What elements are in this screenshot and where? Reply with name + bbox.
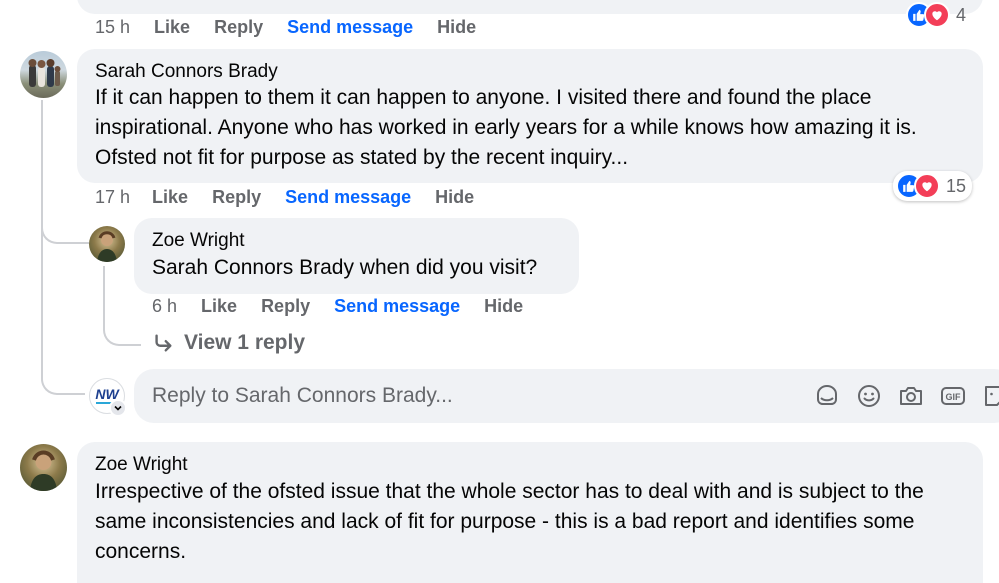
gif-icon[interactable]: GIF [939, 382, 967, 410]
view-replies-label: View 1 reply [184, 331, 306, 354]
reaction-count: 15 [946, 175, 967, 196]
reply-author[interactable]: Zoe Wright [152, 230, 245, 252]
reply-button[interactable]: Reply [214, 17, 263, 38]
like-button[interactable]: Like [152, 187, 188, 208]
send-message-button[interactable]: Send message [285, 187, 411, 208]
hide-button[interactable]: Hide [435, 187, 474, 208]
reply-text-rest: when did you visit? [353, 256, 538, 279]
reply-time[interactable]: 6 h [152, 296, 177, 317]
reaction-count: 4 [956, 4, 967, 25]
chevron-down-icon[interactable] [109, 399, 127, 417]
reaction-summary-top[interactable]: 4 [903, 0, 972, 30]
send-message-button[interactable]: Send message [334, 296, 460, 317]
avatar-zoe-reply[interactable] [89, 226, 125, 262]
thread-line-branch [41, 220, 89, 244]
reply-button[interactable]: Reply [261, 296, 310, 317]
comment-text: Irrespective of the ofsted issue that th… [95, 480, 924, 563]
svg-text:GIF: GIF [946, 392, 962, 402]
like-button[interactable]: Like [154, 17, 190, 38]
thread-line-nested [103, 266, 105, 326]
mention-link[interactable]: Sarah Connors Brady [152, 256, 354, 279]
reply-actions-zoe: 6 h Like Reply Send message Hide [152, 296, 523, 317]
hide-button[interactable]: Hide [484, 296, 523, 317]
comment-text: If it can happen to them it can happen t… [95, 86, 917, 169]
love-reaction-icon [914, 173, 940, 199]
comment-author[interactable]: Zoe Wright [95, 454, 188, 476]
send-message-button[interactable]: Send message [287, 17, 413, 38]
comment-time[interactable]: 17 h [95, 187, 130, 208]
avatar-zoe[interactable] [20, 444, 67, 491]
hide-button[interactable]: Hide [437, 17, 476, 38]
comment-actions-top: 15 h Like Reply Send message Hide [95, 17, 476, 38]
like-button[interactable]: Like [201, 296, 237, 317]
view-replies-button[interactable]: View 1 reply [152, 331, 305, 355]
comment-time[interactable]: 15 h [95, 17, 130, 38]
avatar-sarah[interactable] [20, 51, 67, 98]
comment-bubble-top [77, 0, 983, 14]
reaction-summary-sarah[interactable]: 15 [893, 171, 973, 201]
reply-arrow-icon [152, 332, 174, 354]
love-reaction-icon [924, 2, 950, 28]
sticker-icon[interactable] [981, 382, 999, 410]
reply-input-placeholder: Reply to Sarah Connors Brady... [152, 384, 453, 407]
emoji-icon[interactable] [855, 382, 883, 410]
comment-author[interactable]: Sarah Connors Brady [95, 61, 278, 83]
comment-actions-sarah: 17 h Like Reply Send message Hide [95, 187, 474, 208]
thread-line-nested-curve [103, 322, 141, 346]
reply-button[interactable]: Reply [212, 187, 261, 208]
camera-icon[interactable] [897, 382, 925, 410]
avatar-sticker-icon[interactable] [813, 382, 841, 410]
thread-line-main-curve [41, 368, 85, 395]
reply-text: Sarah Connors Brady when did you visit? [152, 253, 537, 283]
